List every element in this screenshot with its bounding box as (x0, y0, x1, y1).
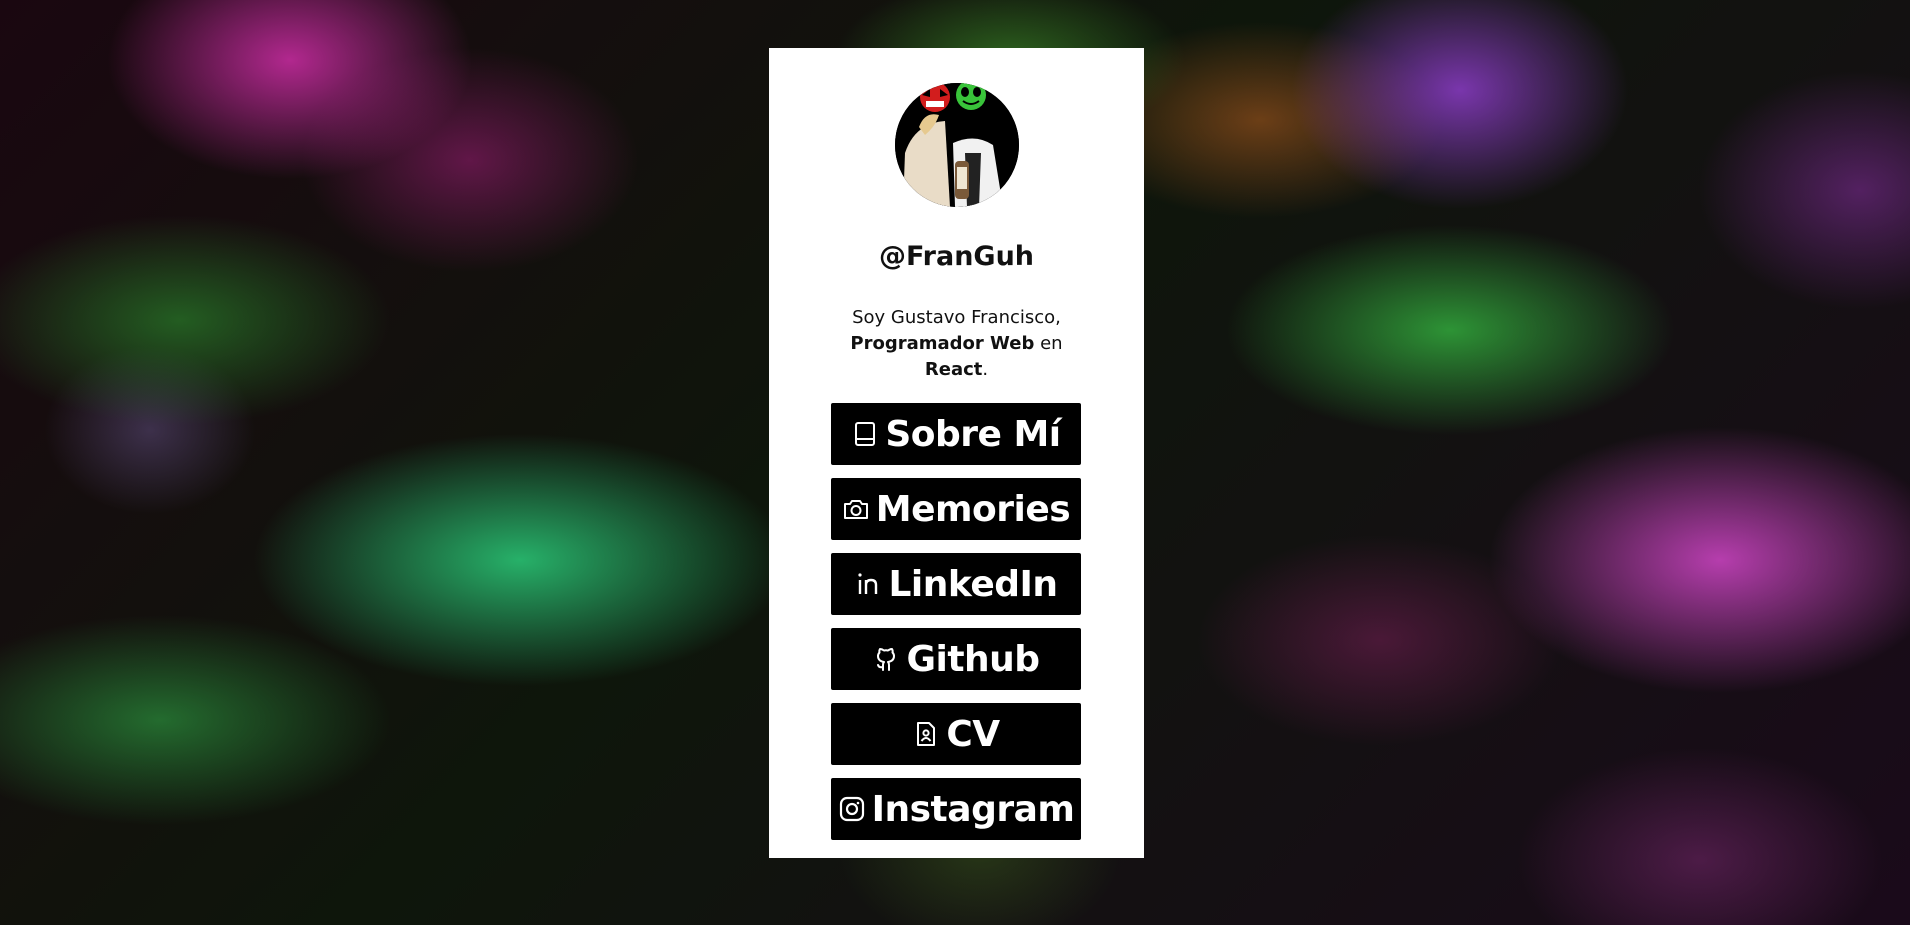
book-icon (851, 420, 879, 448)
instagram-label: Instagram (871, 788, 1075, 830)
github-button[interactable]: Github (831, 628, 1081, 690)
link-list: Sobre Mí Memories LinkedIn Github CV Ins… (831, 403, 1081, 853)
profile-username: @FranGuh (878, 241, 1035, 272)
bio-connector: en (1034, 333, 1063, 354)
cv-button[interactable]: CV (831, 703, 1081, 765)
github-icon (872, 645, 900, 673)
memories-label: Memories (875, 488, 1071, 530)
bio-role: Programador Web (850, 333, 1035, 354)
profile-avatar (895, 83, 1019, 207)
instagram-icon (838, 795, 866, 823)
bio-tech: React (924, 359, 983, 380)
linkedin-label: LinkedIn (888, 563, 1058, 605)
github-label: Github (906, 638, 1040, 680)
profile-card: @FranGuh Soy Gustavo Francisco, Programa… (769, 48, 1144, 858)
instagram-button[interactable]: Instagram (831, 778, 1081, 840)
bio-end: . (982, 359, 989, 380)
sobre-mi-label: Sobre Mí (885, 413, 1061, 455)
camera-icon (842, 495, 870, 523)
linkedin-button[interactable]: LinkedIn (831, 553, 1081, 615)
memories-button[interactable]: Memories (831, 478, 1081, 540)
bio-intro: Soy Gustavo Francisco, (852, 307, 1061, 328)
profile-bio: Soy Gustavo Francisco, Programador Web e… (809, 305, 1104, 383)
cv-label: CV (946, 713, 1000, 755)
resume-file-icon (912, 720, 940, 748)
sobre-mi-button[interactable]: Sobre Mí (831, 403, 1081, 465)
linkedin-icon (854, 570, 882, 598)
